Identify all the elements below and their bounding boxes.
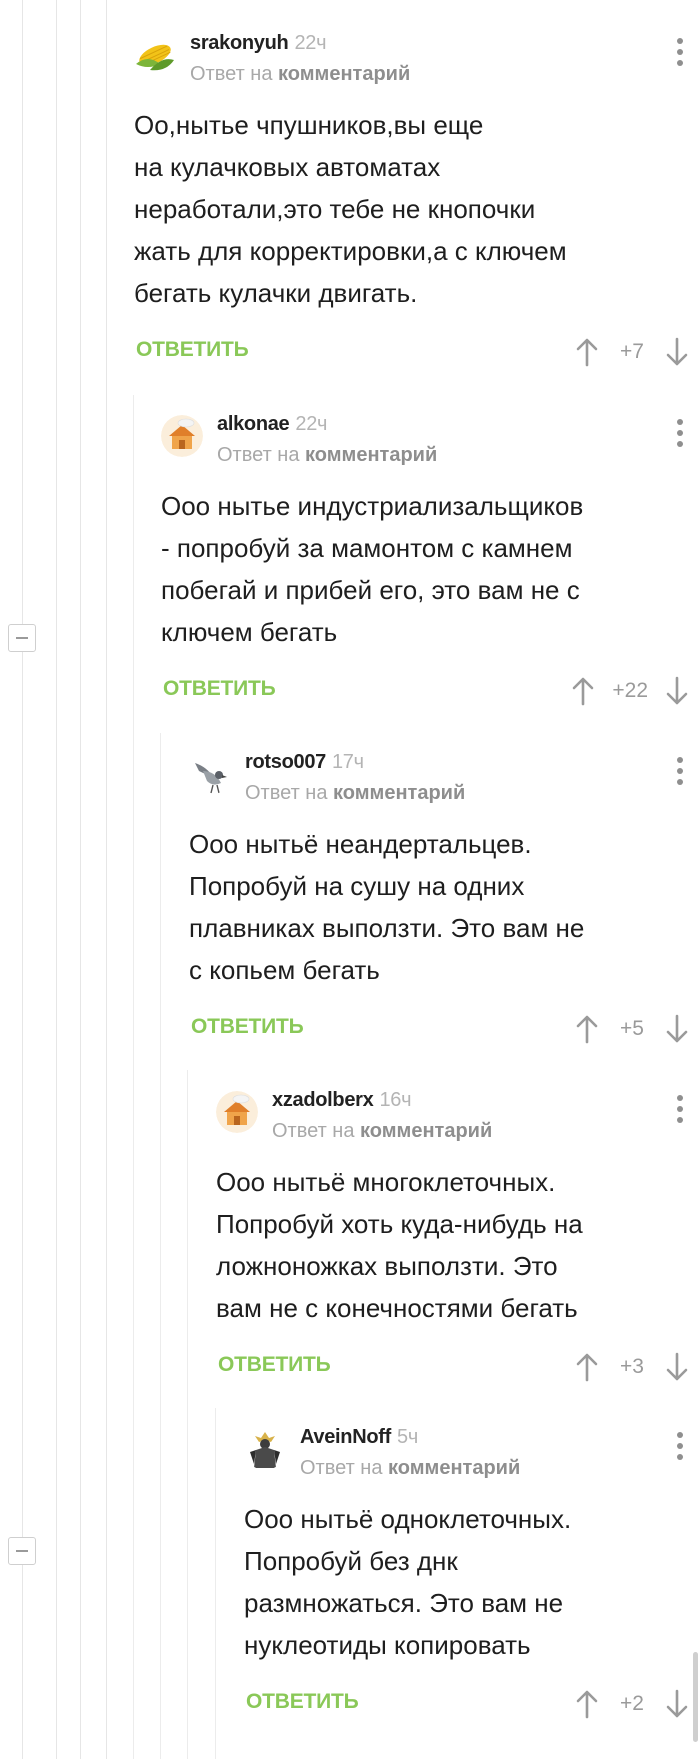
reply-button[interactable]: ОТВЕТИТЬ — [218, 1353, 331, 1377]
downvote-arrow-icon[interactable] — [662, 1350, 692, 1384]
downvote-arrow-icon[interactable] — [662, 674, 692, 708]
reply-to-prefix: Ответ на — [245, 782, 328, 804]
upvote-arrow-icon[interactable] — [572, 1012, 602, 1046]
reply-to-prefix: Ответ на — [300, 1457, 383, 1479]
vote-controls: +3 — [572, 1345, 692, 1389]
vote-controls: +7 — [572, 330, 692, 374]
comment-thread: srakonyuh 22ч Ответ на комментарий Оо,ныт… — [0, 0, 700, 1759]
comment-footer: ОТВЕТИТЬ +22 — [161, 669, 692, 713]
author-name[interactable]: AveinNoff — [300, 1426, 391, 1448]
comment-header: rotso007 17ч Ответ на комментарий — [189, 749, 692, 813]
minus-icon — [16, 637, 28, 639]
vote-controls: +5 — [572, 1007, 692, 1051]
more-options-icon[interactable] — [668, 1426, 692, 1466]
comment-footer: ОТВЕТИТЬ +5 — [189, 1007, 692, 1051]
reply-to-prefix: Ответ на — [217, 444, 300, 466]
reply-button[interactable]: ОТВЕТИТЬ — [136, 338, 249, 362]
reply-to-line: Ответ на комментарий — [217, 444, 437, 467]
downvote-arrow-icon[interactable] — [662, 1687, 692, 1721]
comment-header: AveinNoff 5ч Ответ на комментарий — [244, 1424, 692, 1488]
reply-to-link[interactable]: комментарий — [388, 1457, 520, 1479]
reply-to-line: Ответ на комментарий — [245, 782, 465, 805]
downvote-arrow-icon[interactable] — [662, 335, 692, 369]
comment-text: Ооо нытьё многоклеточных. Попробуй хоть … — [216, 1167, 583, 1323]
house-avatar-icon[interactable] — [161, 415, 203, 457]
comment: srakonyuh 22ч Ответ на комментарий Оо,ныт… — [134, 30, 692, 374]
thread-line — [22, 0, 23, 1759]
comment-time: 5ч — [397, 1426, 418, 1448]
comment-footer: ОТВЕТИТЬ +7 — [134, 330, 692, 374]
minus-icon — [16, 1550, 28, 1552]
reply-button[interactable]: ОТВЕТИТЬ — [191, 1015, 304, 1039]
more-options-icon[interactable] — [668, 1089, 692, 1129]
upvote-arrow-icon[interactable] — [568, 674, 598, 708]
corn-avatar-icon[interactable] — [134, 34, 176, 76]
thread-line — [133, 395, 134, 1759]
reply-to-prefix: Ответ на — [190, 63, 273, 85]
thread-line — [160, 733, 161, 1759]
comment-text: Оо,нытье чпушников,вы еще на кулачковых … — [134, 110, 567, 308]
comment-time: 22ч — [295, 413, 328, 435]
more-options-icon[interactable] — [668, 751, 692, 791]
collapse-thread-button[interactable] — [8, 624, 36, 652]
reply-to-link[interactable]: комментарий — [360, 1120, 492, 1142]
thread-line — [80, 0, 81, 1759]
reply-to-line: Ответ на комментарий — [272, 1120, 492, 1143]
comment: alkonae 22ч Ответ на комментарий Ооо ныть… — [161, 411, 692, 713]
upvote-arrow-icon[interactable] — [572, 1350, 602, 1384]
reply-button[interactable]: ОТВЕТИТЬ — [163, 677, 276, 701]
comment-time: 16ч — [379, 1089, 412, 1111]
reply-to-prefix: Ответ на — [272, 1120, 355, 1142]
comment-text: Ооо нытье индустриализальщиков - попробу… — [161, 491, 584, 647]
thread-line — [56, 0, 57, 1759]
house-avatar-icon[interactable] — [216, 1091, 258, 1133]
comment-header: alkonae 22ч Ответ на комментарий — [161, 411, 692, 475]
comment: AveinNoff 5ч Ответ на комментарий Ооо ныт… — [244, 1424, 692, 1726]
comment-header: srakonyuh 22ч Ответ на комментарий — [134, 30, 692, 94]
reply-to-link[interactable]: комментарий — [333, 782, 465, 804]
vote-controls: +22 — [568, 669, 692, 713]
reply-to-link[interactable]: комментарий — [278, 63, 410, 85]
comment-time: 17ч — [331, 751, 364, 773]
comment-score: +5 — [620, 1017, 644, 1040]
comment-header: xzadolberx 16ч Ответ на комментарий — [216, 1087, 692, 1151]
comment-score: +7 — [620, 340, 644, 363]
comment: rotso007 17ч Ответ на комментарий Ооо ныт… — [189, 749, 692, 1051]
thread-line — [106, 0, 107, 1759]
upvote-arrow-icon[interactable] — [572, 335, 602, 369]
comment: xzadolberx 16ч Ответ на комментарий Ооо н… — [216, 1087, 692, 1389]
author-name[interactable]: xzadolberx — [272, 1089, 374, 1111]
upvote-arrow-icon[interactable] — [572, 1687, 602, 1721]
thread-line — [187, 1070, 188, 1759]
comment-text: Ооо нытьё одноклеточных. Попробуй без дн… — [244, 1504, 572, 1660]
more-options-icon[interactable] — [668, 413, 692, 453]
reply-to-line: Ответ на комментарий — [300, 1457, 520, 1480]
vote-controls: +2 — [572, 1682, 692, 1726]
collapse-thread-button[interactable] — [8, 1537, 36, 1565]
more-options-icon[interactable] — [668, 32, 692, 72]
author-name[interactable]: srakonyuh — [190, 32, 289, 54]
knight-avatar-icon[interactable] — [244, 1428, 286, 1470]
scrollbar[interactable] — [693, 1652, 698, 1742]
downvote-arrow-icon[interactable] — [662, 1012, 692, 1046]
comment-footer: ОТВЕТИТЬ +2 — [244, 1682, 692, 1726]
author-name[interactable]: rotso007 — [245, 751, 326, 773]
bird-avatar-icon[interactable] — [189, 753, 231, 795]
thread-line — [215, 1408, 216, 1759]
comment-score: +22 — [612, 679, 648, 702]
reply-to-link[interactable]: комментарий — [305, 444, 437, 466]
reply-button[interactable]: ОТВЕТИТЬ — [246, 1690, 359, 1714]
comment-footer: ОТВЕТИТЬ +3 — [216, 1345, 692, 1389]
reply-to-line: Ответ на комментарий — [190, 63, 410, 86]
author-name[interactable]: alkonae — [217, 413, 290, 435]
comment-time: 22ч — [294, 32, 327, 54]
comment-score: +2 — [620, 1692, 644, 1715]
comment-score: +3 — [620, 1355, 644, 1378]
comment-text: Ооо нытьё неандертальцев. Попробуй на су… — [189, 829, 585, 985]
